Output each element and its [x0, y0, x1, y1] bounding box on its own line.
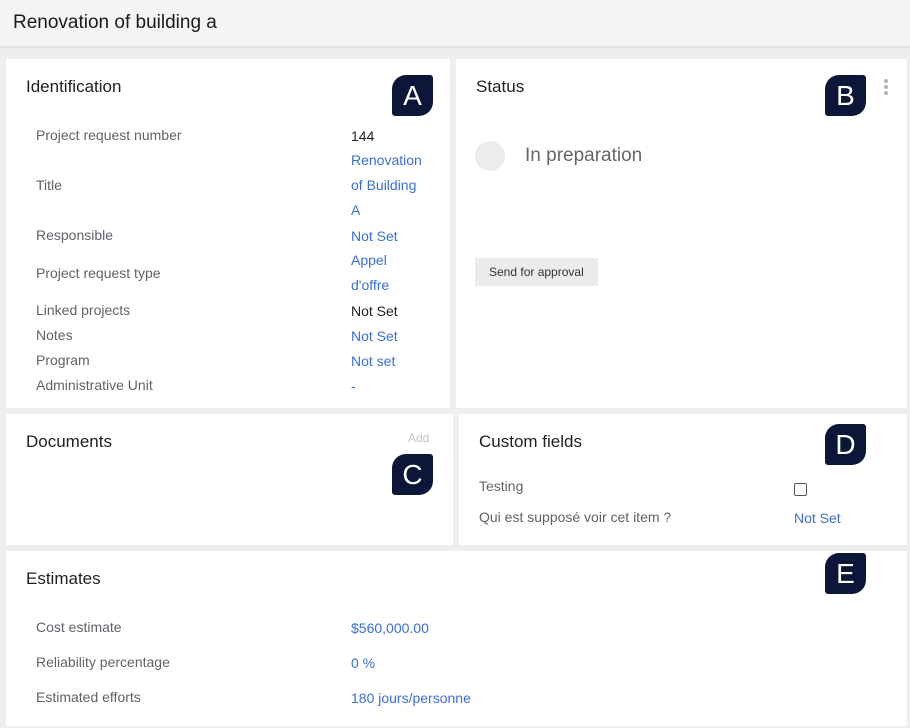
request-number-label: Project request number: [36, 127, 182, 143]
admin-unit-value[interactable]: -: [351, 378, 356, 394]
linked-projects-label: Linked projects: [36, 302, 131, 318]
more-options-icon[interactable]: [884, 79, 888, 97]
send-for-approval-button[interactable]: Send for approval: [475, 258, 598, 286]
cost-estimate-label: Cost estimate: [36, 619, 122, 635]
status-indicator-icon: [475, 141, 505, 171]
title-value-line: of Building: [351, 177, 417, 193]
badge-e: E: [825, 553, 866, 594]
cost-estimate-value[interactable]: $560,000.00: [351, 620, 429, 636]
notes-value[interactable]: Not Set: [351, 328, 398, 344]
documents-card: Documents Add C: [6, 414, 453, 545]
identification-title: Identification: [26, 77, 122, 96]
badge-c: C: [392, 454, 433, 495]
testing-checkbox[interactable]: [794, 483, 807, 496]
admin-unit-label: Administrative Unit: [36, 377, 153, 393]
linked-projects-value: Not Set: [351, 303, 398, 319]
status-value: In preparation: [525, 145, 643, 166]
request-type-value[interactable]: Appel d'offre: [351, 248, 389, 298]
reliability-value[interactable]: 0 %: [351, 655, 375, 671]
title-label: Title: [36, 177, 62, 193]
program-label: Program: [36, 352, 90, 368]
page-header: Renovation of building a: [0, 0, 910, 48]
request-number-value: 144: [351, 128, 375, 144]
add-document-link[interactable]: Add: [408, 431, 429, 445]
estimates-card: Estimates E Cost estimate $560,000.00 Re…: [6, 551, 907, 726]
visibility-value[interactable]: Not Set: [794, 510, 841, 526]
visibility-label: Qui est supposé voir cet item ?: [479, 509, 672, 525]
custom-fields-title: Custom fields: [479, 432, 582, 451]
responsible-label: Responsible: [36, 227, 114, 243]
reliability-label: Reliability percentage: [36, 654, 170, 670]
documents-title: Documents: [26, 432, 112, 451]
testing-label: Testing: [479, 478, 524, 494]
responsible-value[interactable]: Not Set: [351, 228, 398, 244]
title-value-line: Renovation: [351, 152, 422, 168]
identification-card: Identification A Project request number …: [6, 59, 450, 408]
custom-fields-card: Custom fields D Testing Qui est supposé …: [459, 414, 907, 545]
status-card: Status B In preparation Send for approva…: [456, 59, 907, 408]
request-type-label: Project request type: [36, 265, 161, 281]
estimated-efforts-value[interactable]: 180 jours/personne: [351, 690, 471, 706]
estimated-efforts-label: Estimated efforts: [36, 689, 141, 705]
title-value[interactable]: Renovation of Building A: [351, 148, 422, 223]
estimates-title: Estimates: [26, 569, 101, 588]
status-title: Status: [476, 77, 525, 96]
badge-a: A: [392, 75, 433, 116]
notes-label: Notes: [36, 327, 73, 343]
page-title: Renovation of building a: [13, 12, 217, 33]
title-value-line: A: [351, 202, 361, 218]
badge-d: D: [825, 424, 866, 465]
badge-b: B: [825, 75, 866, 116]
request-type-value-line: d'offre: [351, 277, 390, 293]
request-type-value-line: Appel: [351, 252, 387, 268]
program-value[interactable]: Not set: [351, 353, 395, 369]
